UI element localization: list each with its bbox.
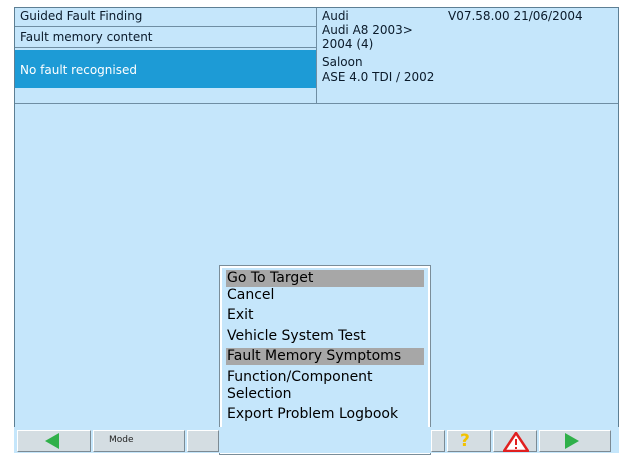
engine-code: ASE 4.0 TDI / 2002 [322, 70, 435, 84]
menu-item-export-problem-logbook[interactable]: Export Problem Logbook [226, 406, 424, 423]
menu-item-function-component-selection[interactable]: Function/Component Selection [226, 369, 424, 402]
toolbar-slot-right[interactable] [431, 430, 445, 452]
toolbar-slot[interactable] [187, 430, 219, 452]
forward-button[interactable] [539, 430, 611, 452]
mode-button[interactable]: Mode [93, 430, 185, 452]
menu-item-fault-memory-symptoms[interactable]: Fault Memory Symptoms [226, 348, 424, 365]
model-year: 2004 (4) [322, 37, 374, 51]
menu-item-cancel[interactable]: Cancel [226, 287, 424, 304]
menu-item-vehicle-system-test[interactable]: Vehicle System Test [226, 328, 424, 345]
header-divider [15, 103, 618, 104]
status-selected-row[interactable]: No fault recognised [15, 50, 316, 88]
context-menu: Go To Target Cancel Exit Vehicle System … [219, 265, 431, 455]
software-version: V07.58.00 21/06/2004 [448, 9, 583, 23]
menu-item-exit[interactable]: Exit [226, 307, 424, 324]
mode-label: Mode [109, 435, 134, 445]
body-type: Saloon [322, 55, 363, 69]
forward-arrow-icon [565, 433, 579, 449]
vehicle-info-panel: Audi V07.58.00 21/06/2004 Audi A8 2003> … [317, 8, 618, 103]
warning-button[interactable] [493, 430, 537, 452]
help-question-icon: ? [460, 431, 470, 451]
warning-triangle-icon [503, 432, 529, 452]
back-button[interactable] [17, 430, 91, 452]
back-arrow-icon [45, 433, 59, 449]
vehicle-make: Audi [322, 9, 349, 23]
help-button[interactable]: ? [447, 430, 491, 452]
function-subtitle: Fault memory content [15, 27, 316, 48]
header-left-panel: Guided Fault Finding Fault memory conten… [15, 8, 317, 103]
vehicle-model: Audi A8 2003> [322, 23, 413, 37]
function-title: Guided Fault Finding [15, 8, 316, 27]
menu-item-go-to-target[interactable]: Go To Target [226, 270, 424, 287]
